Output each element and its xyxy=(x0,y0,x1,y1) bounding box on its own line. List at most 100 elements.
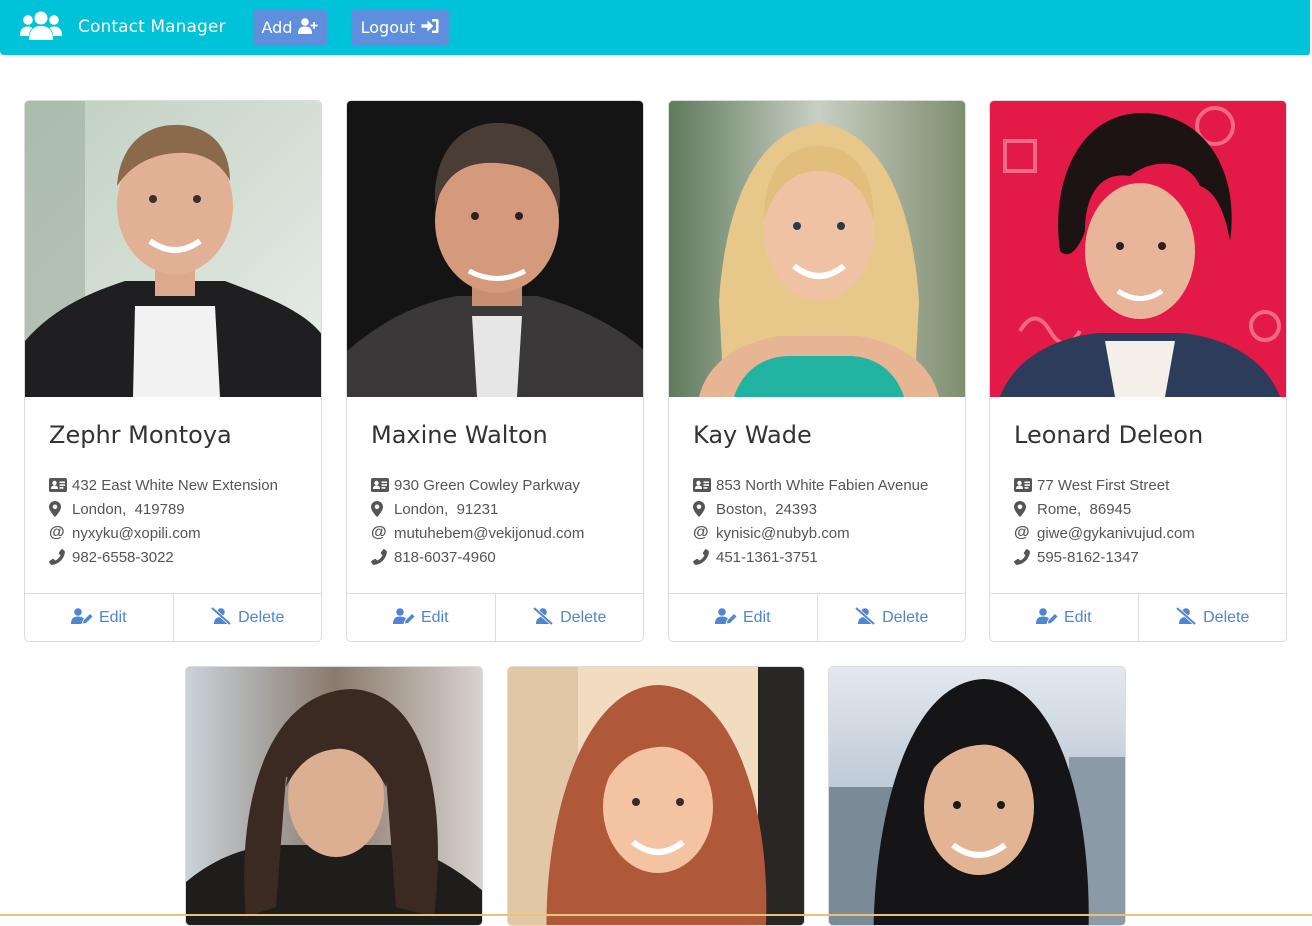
logout-label: Logout xyxy=(360,18,416,37)
contact-phone: 595-8162-1347 xyxy=(1014,547,1139,567)
contact-address: 853 North White Fabien Avenue xyxy=(693,475,928,495)
zip: 419789 xyxy=(134,500,185,518)
contact-name: Maxine Walton xyxy=(371,421,548,449)
contact-city: Boston, 24393 xyxy=(693,499,817,519)
contact-phone: 451-1361-3751 xyxy=(693,547,818,567)
edit-button[interactable]: Edit xyxy=(990,594,1138,641)
card-actions: Edit Delete xyxy=(990,593,1287,641)
contact-name: Leonard Deleon xyxy=(1014,421,1204,449)
contact-phone: 982-6558-3022 xyxy=(49,547,174,567)
contact-city: London, 91231 xyxy=(371,499,498,519)
contact-address: 77 West First Street xyxy=(1014,475,1169,495)
email: giwe@gykanivujud.com xyxy=(1037,524,1195,542)
phone-icon xyxy=(371,549,393,565)
contact-name: Zephr Montoya xyxy=(49,421,232,449)
delete-label: Delete xyxy=(1203,609,1250,626)
contact-card xyxy=(185,666,483,926)
contact-photo xyxy=(347,101,643,397)
contact-address: 432 East White New Extension xyxy=(49,475,278,495)
contact-card xyxy=(507,666,805,926)
zip: 91231 xyxy=(456,500,499,518)
contact-card: Kay Wade 853 North White Fabien Avenue B… xyxy=(668,100,966,642)
at-icon: @ xyxy=(371,524,387,541)
edit-label: Edit xyxy=(742,609,771,626)
street: 432 East White New Extension xyxy=(72,476,278,494)
contact-card xyxy=(828,666,1126,926)
at-icon: @ xyxy=(693,524,709,541)
zip: 24393 xyxy=(775,500,817,518)
email: mutuhebem@vekijonud.com xyxy=(394,524,585,542)
contact-email: @ nyxyku@xopili.com xyxy=(49,523,201,543)
brand-title[interactable]: Contact Manager xyxy=(78,17,226,37)
contact-phone: 818-6037-4960 xyxy=(371,547,496,567)
city: London xyxy=(394,500,445,518)
user-edit-icon xyxy=(714,607,737,629)
contact-city: Rome, 86945 xyxy=(1014,499,1131,519)
phone: 451-1361-3751 xyxy=(716,548,818,566)
street: 930 Green Cowley Parkway xyxy=(394,476,580,494)
contact-city: London, 419789 xyxy=(49,499,185,519)
delete-label: Delete xyxy=(238,609,285,626)
card-actions: Edit Delete xyxy=(347,593,644,641)
user-edit-icon xyxy=(1035,607,1058,629)
city: Boston xyxy=(716,500,763,518)
email: kynisic@nubyb.com xyxy=(716,524,850,542)
sign-in-icon xyxy=(421,18,439,38)
contact-card: Zephr Montoya 432 East White New Extensi… xyxy=(24,100,322,642)
users-icon xyxy=(20,11,62,46)
address-card-icon xyxy=(1014,478,1036,492)
user-slash-icon xyxy=(854,606,876,630)
add-label: Add xyxy=(261,18,293,37)
delete-button[interactable]: Delete xyxy=(816,594,966,641)
contact-email: @ kynisic@nubyb.com xyxy=(693,523,850,543)
delete-button[interactable]: Delete xyxy=(1137,594,1287,641)
edit-button[interactable]: Edit xyxy=(25,594,173,641)
at-icon: @ xyxy=(49,524,65,541)
street: 77 West First Street xyxy=(1037,476,1170,494)
contact-card: Leonard Deleon 77 West First Street Rome… xyxy=(989,100,1287,642)
delete-label: Delete xyxy=(882,609,929,626)
address-card-icon xyxy=(49,478,71,492)
contact-card: Maxine Walton 930 Green Cowley Parkway L… xyxy=(346,100,644,642)
at-icon: @ xyxy=(1014,524,1030,541)
email: nyxyku@xopili.com xyxy=(72,524,201,542)
edit-label: Edit xyxy=(98,609,127,626)
user-edit-icon xyxy=(70,607,93,629)
map-marker-icon xyxy=(693,501,715,517)
contact-address: 930 Green Cowley Parkway xyxy=(371,475,580,495)
contact-photo xyxy=(829,667,1125,925)
phone: 818-6037-4960 xyxy=(394,548,496,566)
navbar: Contact Manager Add Logout xyxy=(0,0,1312,55)
phone-icon xyxy=(693,549,715,565)
street: 853 North White Fabien Avenue xyxy=(716,476,929,494)
edit-button[interactable]: Edit xyxy=(347,594,495,641)
contact-name: Kay Wade xyxy=(693,421,812,449)
delete-button[interactable]: Delete xyxy=(494,594,644,641)
edit-label: Edit xyxy=(1063,609,1092,626)
contact-photo xyxy=(186,667,482,925)
user-slash-icon xyxy=(532,606,554,630)
user-plus-icon xyxy=(298,17,319,38)
contact-photo xyxy=(508,667,804,925)
logout-button[interactable]: Logout xyxy=(351,9,449,46)
brand-logo[interactable] xyxy=(20,11,62,46)
city: London xyxy=(72,500,123,518)
contact-photo xyxy=(990,101,1286,397)
edit-label: Edit xyxy=(420,609,449,626)
card-actions: Edit Delete xyxy=(669,593,966,641)
city: Rome xyxy=(1037,500,1078,518)
user-slash-icon xyxy=(210,606,232,630)
delete-button[interactable]: Delete xyxy=(172,594,322,641)
edit-button[interactable]: Edit xyxy=(669,594,817,641)
contact-email: @ giwe@gykanivujud.com xyxy=(1014,523,1195,543)
contact-photo xyxy=(669,101,965,397)
map-marker-icon xyxy=(49,501,71,517)
contact-email: @ mutuhebem@vekijonud.com xyxy=(371,523,584,543)
contact-photo xyxy=(25,101,321,397)
map-marker-icon xyxy=(371,501,393,517)
user-edit-icon xyxy=(392,607,415,629)
delete-label: Delete xyxy=(560,609,607,626)
zip: 86945 xyxy=(1089,500,1132,518)
add-contact-button[interactable]: Add xyxy=(253,9,327,46)
phone-icon xyxy=(49,549,71,565)
